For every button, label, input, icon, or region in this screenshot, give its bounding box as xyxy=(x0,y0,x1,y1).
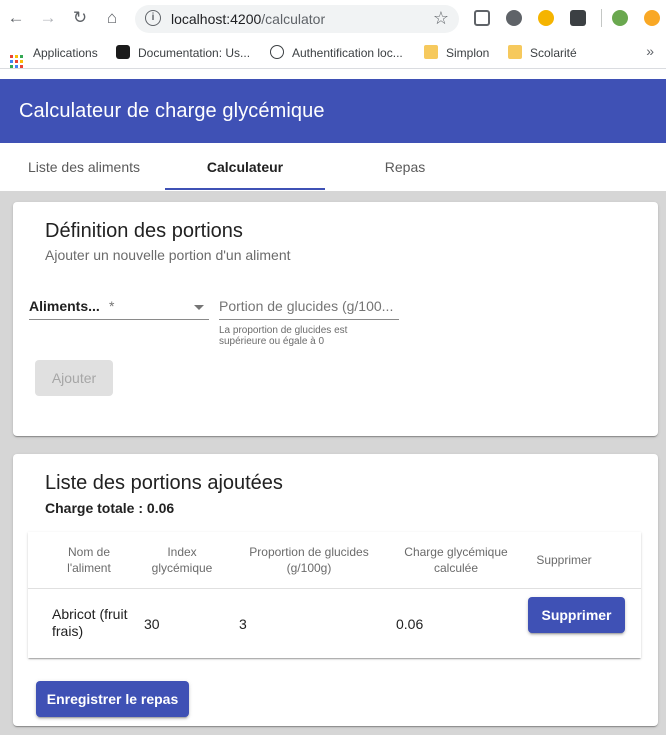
header-proportion-glucides: Proportion de glucides (g/100g) xyxy=(249,545,369,575)
cell-charge: 0.06 xyxy=(396,616,424,632)
profile-avatar-icon[interactable] xyxy=(612,10,628,26)
header-charge-glycemique: Charge glycémique calculée xyxy=(404,545,508,575)
active-tab-indicator xyxy=(165,188,325,190)
select-underline xyxy=(29,319,209,320)
definition-title: Définition des portions xyxy=(45,220,243,242)
authentification-icon xyxy=(270,45,284,59)
bookmark-applications[interactable]: Applications xyxy=(10,44,98,68)
header-nom-aliment: Nom de l'aliment xyxy=(67,545,111,575)
ajouter-button[interactable]: Ajouter xyxy=(35,360,113,396)
portion-input-placeholder: Portion de glucides (g/100... xyxy=(219,298,394,314)
bookmark-simplon[interactable]: Simplon xyxy=(424,44,489,62)
tab-bar: Liste des aliments Calculateur Repas xyxy=(0,143,666,191)
bookmark-documentation[interactable]: Documentation: Us... xyxy=(116,44,250,62)
address-bar[interactable]: i localhost:4200/calculator ☆ xyxy=(135,5,459,33)
bookmark-scolarite[interactable]: Scolarité xyxy=(508,44,577,62)
aliments-select-label: Aliments... xyxy=(29,298,100,314)
bookmark-authentification[interactable]: Authentification loc... xyxy=(270,44,403,62)
folder-icon xyxy=(508,45,522,59)
browser-toolbar: ← → ↻ ⌂ i localhost:4200/calculator ☆ xyxy=(0,0,666,37)
folder-icon xyxy=(424,45,438,59)
header-supprimer: Supprimer xyxy=(536,553,592,567)
tab-repas[interactable]: Repas xyxy=(325,143,485,191)
charge-totale: Charge totale : 0.06 xyxy=(45,500,175,516)
portion-input-hint: La proportion de glucides est supérieure… xyxy=(219,325,348,347)
supprimer-button[interactable]: Supprimer xyxy=(528,597,625,633)
definition-subtitle: Ajouter un nouvelle portion d'un aliment xyxy=(45,247,291,263)
input-underline xyxy=(219,319,399,320)
info-icon[interactable]: i xyxy=(145,10,161,26)
header-index-glycemique: Index glycémique xyxy=(151,545,213,575)
portions-title: Liste des portions ajoutées xyxy=(45,472,283,494)
definition-card: Définition des portions Ajouter un nouve… xyxy=(13,202,658,436)
url-text: localhost:4200/calculator xyxy=(171,11,326,27)
documentation-icon xyxy=(116,45,130,59)
dropdown-arrow-icon xyxy=(194,305,204,310)
extension-moon-icon[interactable] xyxy=(538,10,554,26)
reload-icon[interactable]: ↻ xyxy=(70,8,90,28)
portions-table: Nom de l'aliment Index glycémique Propor… xyxy=(28,532,641,658)
apps-grid-icon xyxy=(10,55,23,68)
main-content: Définition des portions Ajouter un nouve… xyxy=(0,191,666,735)
app-toolbar: Calculateur de charge glycémique xyxy=(0,79,666,143)
update-icon[interactable] xyxy=(644,10,660,26)
bookmark-star-icon[interactable]: ☆ xyxy=(433,8,449,29)
cell-nom-aliment: Abricot (fruit frais) xyxy=(52,606,128,639)
app-title: Calculateur de charge glycémique xyxy=(19,100,325,122)
extension-q-icon[interactable] xyxy=(570,10,586,26)
cell-index-glycemique: 30 xyxy=(144,616,160,632)
bookmarks-bar: Applications Documentation: Us... Authen… xyxy=(0,37,666,69)
cell-proportion: 3 xyxy=(239,616,247,632)
bookmarks-more-icon[interactable]: » xyxy=(646,43,654,59)
required-marker: * xyxy=(109,298,115,314)
extension-circle-icon[interactable] xyxy=(506,10,522,26)
toolbar-divider xyxy=(601,9,602,27)
cast-icon[interactable] xyxy=(474,10,490,26)
enregistrer-repas-button[interactable]: Enregistrer le repas xyxy=(36,681,189,717)
tab-liste-aliments[interactable]: Liste des aliments xyxy=(4,143,164,191)
home-icon[interactable]: ⌂ xyxy=(102,8,122,28)
back-icon[interactable]: ← xyxy=(6,8,26,28)
portions-card: Liste des portions ajoutées Charge total… xyxy=(13,454,658,726)
tab-calculateur[interactable]: Calculateur xyxy=(165,143,325,191)
header-divider xyxy=(28,588,641,589)
forward-icon[interactable]: → xyxy=(38,8,58,28)
